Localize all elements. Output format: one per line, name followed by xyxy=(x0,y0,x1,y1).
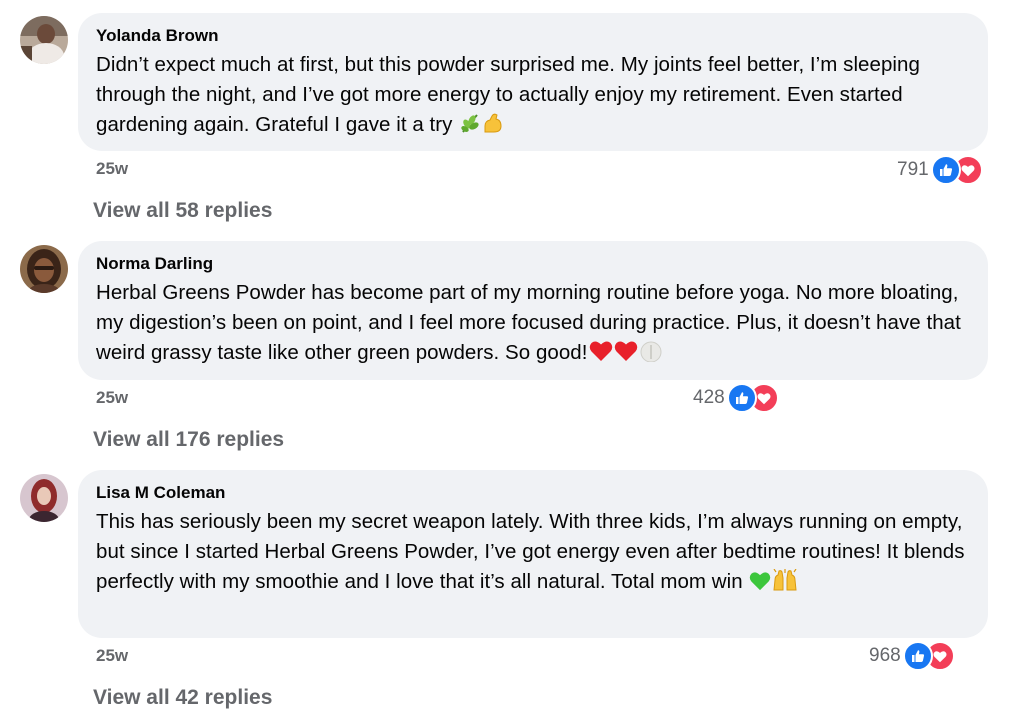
like-reaction-icon xyxy=(902,641,933,671)
reaction-count: 968 xyxy=(869,645,901,666)
reaction-count: 428 xyxy=(693,387,725,408)
reaction-summary[interactable]: 968 xyxy=(869,641,955,671)
reaction-summary[interactable]: 428 xyxy=(693,383,779,413)
red-heart-emoji xyxy=(589,340,613,371)
green-heart-emoji xyxy=(749,570,771,600)
comment-bubble: Lisa M Coleman This has seriously been m… xyxy=(78,470,988,638)
flexed-biceps-emoji xyxy=(482,112,504,143)
view-replies-link[interactable]: View all 42 replies xyxy=(93,686,272,710)
comment-author[interactable]: Lisa M Coleman xyxy=(96,482,972,504)
like-reaction-icon xyxy=(930,155,961,185)
comment-body: This has seriously been my secret weapon… xyxy=(96,510,965,593)
white-heart-emoji xyxy=(639,340,663,371)
view-replies-link[interactable]: View all 176 replies xyxy=(93,428,284,452)
herb-emoji xyxy=(459,112,481,143)
comment-body: Herbal Greens Powder has become part of … xyxy=(96,281,961,364)
comment-timestamp[interactable]: 25w xyxy=(96,646,128,666)
view-replies-link[interactable]: View all 58 replies xyxy=(93,199,272,223)
reaction-summary[interactable]: 791 xyxy=(897,155,983,185)
comment-text: Herbal Greens Powder has become part of … xyxy=(96,278,972,371)
comment-bubble: Norma Darling Herbal Greens Powder has b… xyxy=(78,241,988,380)
avatar-norma-darling[interactable] xyxy=(20,245,68,293)
comment-author[interactable]: Norma Darling xyxy=(96,253,972,275)
avatar-lisa-m-coleman[interactable] xyxy=(20,474,68,522)
like-reaction-icon xyxy=(726,383,757,413)
comment-text: Didn’t expect much at first, but this po… xyxy=(96,50,972,143)
avatar-yolanda-brown[interactable] xyxy=(20,16,68,64)
comment-body: Didn’t expect much at first, but this po… xyxy=(96,53,920,136)
comment-timestamp[interactable]: 25w xyxy=(96,159,128,179)
reaction-count: 791 xyxy=(897,159,929,180)
comment-author[interactable]: Yolanda Brown xyxy=(96,25,972,47)
raising-hands-emoji xyxy=(772,568,798,600)
red-heart-emoji xyxy=(614,340,638,371)
comment-bubble: Yolanda Brown Didn’t expect much at firs… xyxy=(78,13,988,151)
comment-timestamp[interactable]: 25w xyxy=(96,388,128,408)
comment-text: This has seriously been my secret weapon… xyxy=(96,507,972,600)
